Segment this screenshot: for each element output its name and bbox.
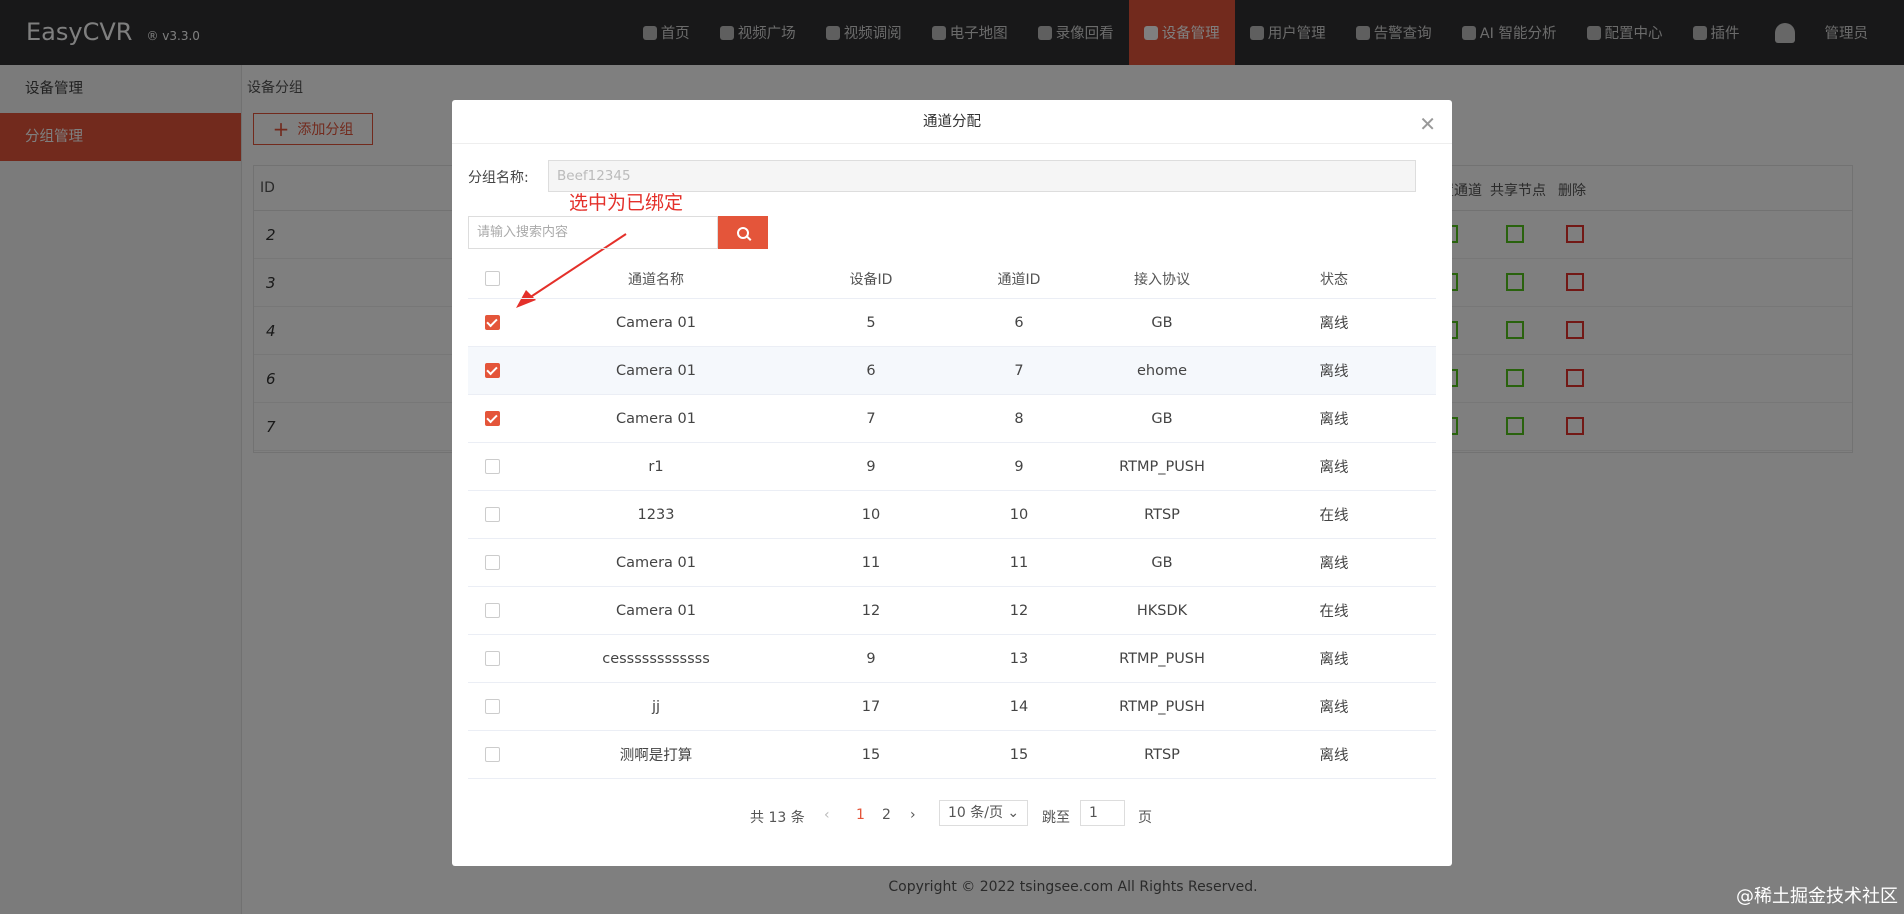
cell-device: 12 bbox=[861, 602, 881, 619]
row-checkbox[interactable] bbox=[484, 603, 500, 618]
row-checkbox[interactable] bbox=[484, 459, 500, 474]
cell-channel: 11 bbox=[1009, 554, 1029, 571]
cell-channel: 14 bbox=[1009, 698, 1029, 715]
page-size-select[interactable]: 10 条/页 ⌄ bbox=[939, 800, 1029, 826]
cell-name: 测啊是打算 bbox=[619, 748, 693, 764]
cell-status: 离线 bbox=[1319, 316, 1349, 332]
cell-channel: 13 bbox=[1009, 650, 1029, 667]
cell-name: cessssssssssss bbox=[602, 650, 710, 667]
cell-protocol: RTMP_PUSH bbox=[1119, 698, 1205, 715]
total-count: 共 13 条 bbox=[750, 810, 805, 826]
cell-status: 在线 bbox=[1319, 604, 1349, 620]
cell-device: 9 bbox=[866, 650, 876, 667]
cell-protocol: GB bbox=[1151, 410, 1173, 427]
cell-name: r1 bbox=[648, 458, 664, 475]
cell-protocol: ehome bbox=[1136, 362, 1188, 379]
channel-table-header: 通道名称 设备ID 通道ID 接入协议 状态 bbox=[468, 259, 1436, 299]
pagination: 共 13 条 ‹ 1 2 › 10 条/页 ⌄ 跳至 1 页 bbox=[452, 800, 1452, 830]
cell-protocol: HKSDK bbox=[1136, 602, 1188, 619]
jump-label: 跳至 bbox=[1042, 810, 1070, 826]
cell-protocol: RTSP bbox=[1144, 506, 1180, 523]
row-checkbox[interactable] bbox=[484, 651, 500, 666]
cell-device: 7 bbox=[866, 410, 876, 427]
cell-name: Camera 01 bbox=[616, 410, 696, 427]
page-unit-label: 页 bbox=[1138, 810, 1152, 826]
cell-status: 离线 bbox=[1319, 556, 1349, 572]
cell-device: 5 bbox=[866, 314, 876, 331]
cell-protocol: GB bbox=[1151, 314, 1173, 331]
cell-device: 17 bbox=[861, 698, 881, 715]
search-icon bbox=[737, 226, 749, 239]
page-2[interactable]: 2 bbox=[882, 807, 891, 823]
search-button[interactable] bbox=[718, 216, 768, 249]
row-checkbox[interactable] bbox=[484, 315, 500, 330]
jump-page-input[interactable]: 1 bbox=[1080, 800, 1125, 826]
cell-device: 15 bbox=[861, 746, 881, 763]
cell-status: 离线 bbox=[1319, 460, 1349, 476]
cell-status: 离线 bbox=[1319, 364, 1349, 380]
cell-channel: 9 bbox=[1014, 458, 1024, 475]
row-checkbox[interactable] bbox=[484, 699, 500, 714]
cell-device: 6 bbox=[866, 362, 876, 379]
cell-status: 在线 bbox=[1319, 508, 1349, 524]
cell-status: 离线 bbox=[1319, 412, 1349, 428]
cell-device: 11 bbox=[861, 554, 881, 571]
channel-row[interactable]: Camera 01 11 11 GB 离线 bbox=[468, 539, 1436, 587]
column-header: 设备ID bbox=[849, 271, 893, 288]
column-header: 状态 bbox=[1320, 271, 1348, 288]
cell-name: Camera 01 bbox=[616, 314, 696, 331]
channel-assign-dialog: 通道分配 ✕ 分组名称: Beef12345 选中为已绑定 请输入搜索内容 通道… bbox=[452, 100, 1452, 866]
row-checkbox[interactable] bbox=[484, 507, 500, 522]
cell-protocol: RTMP_PUSH bbox=[1119, 650, 1205, 667]
cell-name: Camera 01 bbox=[616, 602, 696, 619]
channel-table: 通道名称 设备ID 通道ID 接入协议 状态 Camera 01 5 6 GB 离线 Camera … bbox=[468, 259, 1436, 779]
row-checkbox[interactable] bbox=[484, 411, 500, 426]
column-header: 通道ID bbox=[997, 271, 1041, 288]
channel-row[interactable]: 测啊是打算 15 15 RTSP 离线 bbox=[468, 731, 1436, 779]
cell-channel: 15 bbox=[1009, 746, 1029, 763]
row-checkbox[interactable] bbox=[484, 747, 500, 762]
cell-channel: 10 bbox=[1009, 506, 1029, 523]
row-checkbox[interactable] bbox=[484, 555, 500, 570]
close-icon[interactable]: ✕ bbox=[1419, 112, 1436, 136]
channel-row[interactable]: Camera 01 7 8 GB 离线 bbox=[468, 395, 1436, 443]
cell-channel: 8 bbox=[1014, 410, 1024, 427]
cell-device: 10 bbox=[861, 506, 881, 523]
group-name-label: 分组名称: bbox=[468, 170, 529, 186]
channel-row[interactable]: jj 17 14 RTMP_PUSH 离线 bbox=[468, 683, 1436, 731]
annotation-text: 选中为已绑定 bbox=[569, 192, 684, 214]
source-watermark: @稀土掘金技术社区 bbox=[1736, 886, 1898, 907]
channel-row[interactable]: Camera 01 5 6 GB 离线 bbox=[468, 299, 1436, 347]
cell-protocol: GB bbox=[1151, 554, 1173, 571]
column-header: 接入协议 bbox=[1134, 271, 1190, 288]
cell-name: jj bbox=[651, 698, 661, 715]
next-page-icon[interactable]: › bbox=[910, 807, 916, 823]
prev-page-icon[interactable]: ‹ bbox=[824, 807, 830, 823]
cell-channel: 12 bbox=[1009, 602, 1029, 619]
cell-name: 1233 bbox=[637, 506, 675, 523]
cell-name: Camera 01 bbox=[616, 554, 696, 571]
channel-row[interactable]: cessssssssssss 9 13 RTMP_PUSH 离线 bbox=[468, 635, 1436, 683]
cell-status: 离线 bbox=[1319, 700, 1349, 716]
row-checkbox[interactable] bbox=[484, 363, 500, 378]
dialog-title: 通道分配 bbox=[452, 100, 1452, 144]
select-all-checkbox[interactable] bbox=[484, 271, 500, 286]
cell-device: 9 bbox=[866, 458, 876, 475]
cell-protocol: RTMP_PUSH bbox=[1119, 458, 1205, 475]
channel-row[interactable]: Camera 01 6 7 ehome 离线 bbox=[468, 347, 1436, 395]
search-input[interactable]: 请输入搜索内容 bbox=[468, 216, 718, 249]
channel-row[interactable]: r1 9 9 RTMP_PUSH 离线 bbox=[468, 443, 1436, 491]
channel-row[interactable]: 1233 10 10 RTSP 在线 bbox=[468, 491, 1436, 539]
cell-status: 离线 bbox=[1319, 748, 1349, 764]
page-1[interactable]: 1 bbox=[856, 807, 865, 823]
column-header: 通道名称 bbox=[628, 271, 684, 288]
cell-protocol: RTSP bbox=[1144, 746, 1180, 763]
channel-row[interactable]: Camera 01 12 12 HKSDK 在线 bbox=[468, 587, 1436, 635]
cell-channel: 7 bbox=[1014, 362, 1024, 379]
cell-status: 离线 bbox=[1319, 652, 1349, 668]
cell-name: Camera 01 bbox=[616, 362, 696, 379]
cell-channel: 6 bbox=[1014, 314, 1024, 331]
